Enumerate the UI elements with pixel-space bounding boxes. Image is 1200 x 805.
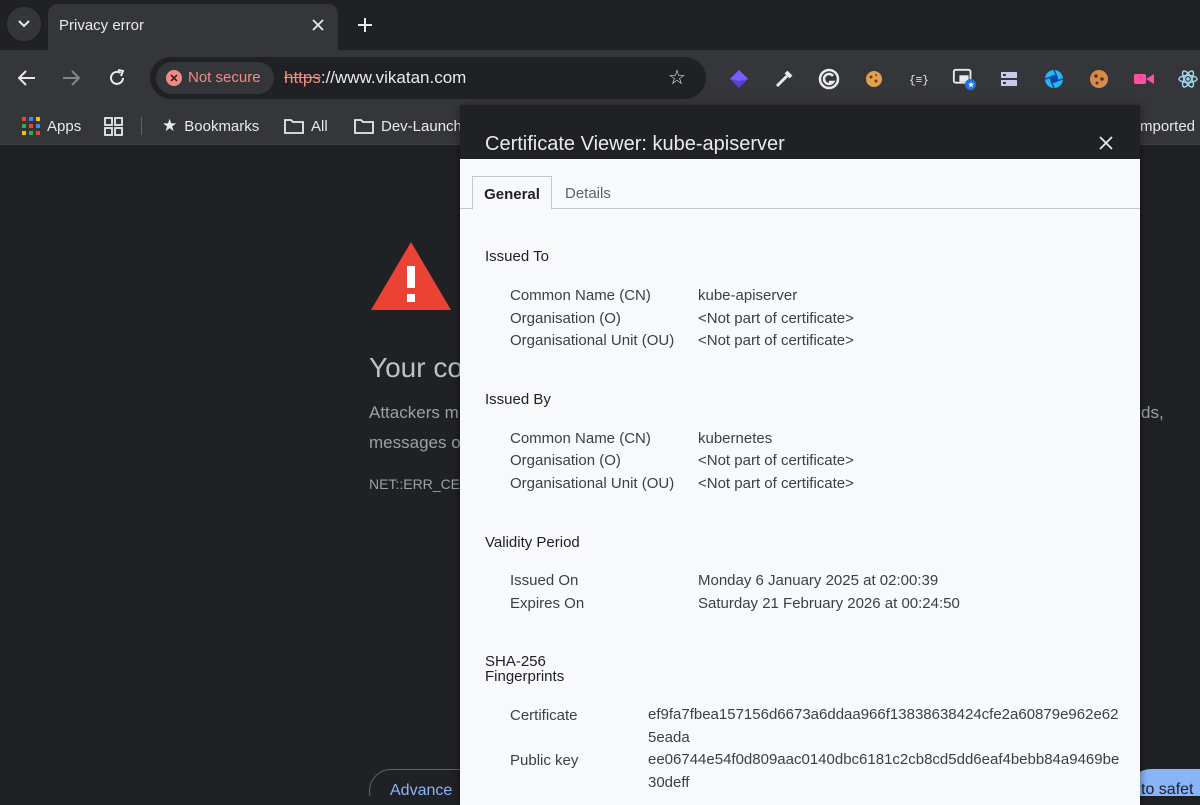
issued-to-cn-label: Common Name (CN) [510,287,651,304]
plus-icon [358,18,372,32]
cookie-extension-icon[interactable] [862,67,886,91]
bookmark-folder-dev-launch-label: Dev-Launch [381,117,462,135]
issued-to-ou-value: <Not part of certificate> [698,332,854,349]
url-text[interactable]: https://www.vikatan.com [284,68,466,88]
bookmark-folder-all[interactable]: All [284,115,328,137]
issued-by-o-value: <Not part of certificate> [698,452,854,469]
grid-icon [104,116,123,136]
issued-on-label: Issued On [510,572,579,589]
issued-by-o-label: Organisation (O) [510,452,621,469]
address-bar[interactable]: ✕ Not secure https://www.vikatan.com ☆ [150,57,706,99]
issued-by-ou-label: Organisational Unit (OU) [510,475,675,492]
issued-by-ou-value: <Not part of certificate> [698,475,854,492]
svg-text:{≡}: {≡} [909,75,929,87]
bookmark-bookmarks-label: Bookmarks [184,117,260,135]
url-host: ://www.vikatan.com [320,68,467,87]
tab-general[interactable]: General [472,176,552,210]
reload-button[interactable] [103,64,131,92]
bookmark-folder-dev-launch[interactable]: Dev-Launch [354,115,462,137]
fingerprints-title: SHA-256 Fingerprints [485,654,564,684]
svg-text:★: ★ [967,79,974,89]
toolbar: ✕ Not secure https://www.vikatan.com ☆ {… [0,50,1200,106]
tab-close-icon[interactable] [308,15,328,35]
public-key-fp-label: Public key [510,752,579,769]
url-scheme: https [284,68,321,87]
not-secure-label: Not secure [188,69,261,86]
issued-by-title: Issued By [485,391,551,408]
chevron-down-icon [18,20,30,28]
issued-to-o-label: Organisation (O) [510,310,621,327]
page-body-fragment: ds, [1141,403,1164,422]
back-button[interactable] [13,64,41,92]
issued-on-value: Monday 6 January 2025 at 02:00:39 [698,572,939,589]
tab-title: Privacy error [59,17,145,34]
grammarly-extension-icon[interactable] [817,67,841,91]
close-icon[interactable] [1096,133,1116,153]
fingerprints-title-line: Fingerprints [485,668,565,685]
tab-details[interactable]: Details [565,185,611,202]
public-key-fp-value: ee06744e54f0d809aac0140dbc6181c2cb8cd5dd… [648,751,1120,791]
star-icon: ★ [162,116,178,135]
folder-icon [284,119,304,134]
issued-to-ou-label: Organisational Unit (OU) [510,332,675,349]
dialog-title: Certificate Viewer: kube-apiserver [485,133,785,155]
bookmark-folder-all-label: All [311,117,328,135]
tab-groups-button[interactable] [104,115,123,137]
issued-to-o-value: <Not part of certificate> [698,310,854,327]
bookmark-folder-imported-label: mported [1140,117,1196,135]
page-heading: Your co [369,352,463,383]
tab-strip: Privacy error [0,0,1200,50]
warning-circle-icon: ✕ [166,70,182,86]
arrow-left-icon [18,70,35,86]
bookmarks-divider [141,117,142,135]
folder-icon [354,119,374,134]
bookmark-star-icon[interactable]: ☆ [666,67,688,89]
tab-search-button[interactable] [7,7,41,41]
dialog-header: Certificate Viewer: kube-apiserver [460,105,1140,159]
certificate-fp-label: Certificate [510,707,578,724]
picture-in-picture-extension-icon[interactable]: ★ [952,67,976,91]
layers-extension-icon[interactable] [727,67,751,91]
server-extension-icon[interactable] [997,67,1021,91]
aperture-extension-icon[interactable] [1042,67,1066,91]
issued-to-title: Issued To [485,248,549,265]
fingerprints-title-line: SHA-256 [485,653,546,670]
validity-title: Validity Period [485,534,580,551]
arrow-right-icon [63,70,80,86]
bookmark-apps-label: Apps [47,117,82,135]
expires-on-value: Saturday 21 February 2026 at 00:24:50 [698,595,960,612]
certificate-viewer-dialog: Certificate Viewer: kube-apiserver Gener… [460,105,1140,805]
issued-by-cn-label: Common Name (CN) [510,430,651,447]
eyedropper-extension-icon[interactable] [772,67,796,91]
bookmark-folder-imported[interactable]: mported [1140,115,1195,137]
reload-icon [110,69,125,85]
apps-grid-icon [22,117,40,135]
dialog-tabbar: General Details [460,159,1140,210]
bookmark-apps[interactable]: Apps [22,115,81,137]
forward-button[interactable] [57,64,85,92]
certificate-fp-value: ef9fa7fbea157156d6673a6ddaa966f138386384… [648,706,1119,746]
issued-to-cn-value: kube-apiserver [698,287,798,304]
react-devtools-extension-icon[interactable] [1176,67,1200,91]
bookmark-bookmarks[interactable]: ★ Bookmarks [162,115,259,137]
cookie-editor-extension-icon[interactable] [1087,67,1111,91]
warning-triangle-icon [371,242,451,310]
expires-on-label: Expires On [510,595,585,612]
issued-by-cn-value: kubernetes [698,430,773,447]
error-code: NET::ERR_CER [369,476,471,492]
json-viewer-extension-icon[interactable]: {≡} [907,67,931,91]
browser-tab[interactable]: Privacy error [48,4,338,50]
video-extension-icon[interactable] [1132,67,1156,91]
new-tab-button[interactable] [352,12,378,38]
